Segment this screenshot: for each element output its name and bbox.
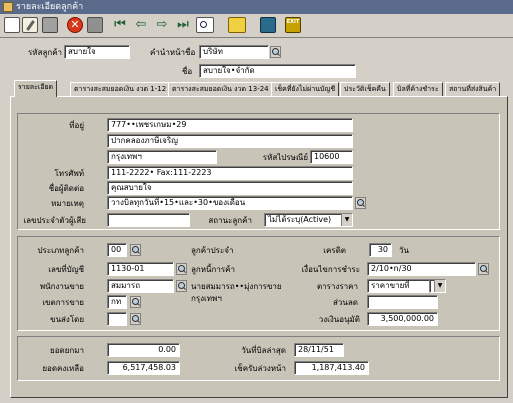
print-icon[interactable] [228,17,246,33]
last-bill-label: วันที่บิลล่าสุด [241,346,286,355]
window-title: รายละเอียดลูกค้า [16,2,84,12]
customer-type-desc: ลูกค้าประจำ [191,246,234,255]
tab-delivery-locations[interactable]: สถานที่ส่งสินค้า [445,82,501,96]
postcode-input[interactable]: 10600 [310,150,353,164]
customer-code-input[interactable]: สบายใจ [64,45,130,59]
area-desc: กรุงเทพฯ [191,294,222,303]
credit-label: เครดิต [323,246,346,255]
customer-type-label: ประเภทลูกค้า [37,246,84,255]
first-icon[interactable]: ⏮ [112,17,128,33]
salesman-lookup-icon[interactable] [176,280,187,292]
advance-cheque-label: เช็ครับล่วงหน้า [234,364,286,373]
customer-type-input[interactable]: 00 [107,243,127,257]
salesman-label: พนักงานขาย [39,282,84,291]
taxid-input[interactable] [107,213,190,227]
prefix-label: คำนำหน้าชื่อ [150,48,196,57]
exit-icon[interactable]: EXIT [285,17,301,33]
credit-limit-label: วงเงินอนุมัติ [318,315,360,324]
last-icon[interactable]: ⏭ [175,17,191,33]
area-lookup-icon[interactable] [130,296,141,308]
account-input[interactable]: 1130-01 [107,262,174,276]
address-label: ที่อยู่ [69,121,84,130]
toolbar: ✕ ⏮ ⇦ ⇨ ⏭ EXIT [0,14,513,38]
note-lookup-icon[interactable] [355,197,366,209]
status-label: สถานะลูกค้า [208,216,252,225]
credit-unit: วัน [399,246,409,255]
payment-terms-lookup-icon[interactable] [478,263,489,275]
balance-value: 6,517,458.03 [107,361,180,375]
area-input[interactable]: กท [107,295,127,309]
payment-terms-input[interactable]: 2/10•n/30 [367,262,476,276]
taxid-label: เลขประจำตัวผู้เสีย [23,216,86,225]
price-table-label: ตารางราคา [316,282,358,291]
tab-uncleared-cheques[interactable]: เช็คที่ยังไม่ผ่านบัญชี [271,82,340,96]
customer-type-lookup-icon[interactable] [130,244,141,256]
address-line3-input[interactable]: กรุงเทพฯ [107,150,217,164]
exit-label: EXIT [286,19,300,25]
opening-balance-label: ยอดยกมา [50,346,84,355]
ship-input[interactable] [107,312,127,326]
tab-outstanding-bills[interactable]: บิลที่ค้างชำระ [393,82,443,96]
customer-code-label: รหัสลูกค้า [28,48,63,57]
discount-label: ส่วนลด [333,298,358,307]
chevron-down-icon[interactable]: ▼ [341,214,352,226]
save-icon[interactable] [87,17,103,33]
account-lookup-icon[interactable] [176,263,187,275]
status-select[interactable]: ไม่ได้ระบุ(Active) ▼ [264,213,353,227]
salesman-input[interactable]: สมมารถ [107,279,174,293]
tab-balance-1-12[interactable]: ตารางสะสมยอดเงิน งวด 1-12 [70,82,171,96]
tab-details[interactable]: รายละเอียด [14,80,58,97]
contact-label: ชื่อผู้ติดต่อ [48,184,84,193]
title-bar: รายละเอียดลูกค้า [0,0,513,14]
account-label: เลขที่บัญชี [48,265,84,274]
opening-balance-value: 0.00 [107,343,180,357]
prefix-lookup-icon[interactable] [270,46,281,58]
postcode-label: รหัสไปรษณีย์ [262,153,308,162]
name-input[interactable]: สบายใจ•จำกัด [199,64,356,78]
price-table-input[interactable]: ราคาขายที่ [367,279,431,293]
edit-icon[interactable] [22,17,38,33]
note-input[interactable]: วางบิลทุกวันที่•15•และ•30•ของเดือน [107,196,353,210]
new-icon[interactable] [4,17,20,33]
last-bill-value: 28/11/51 [294,343,344,357]
find-icon[interactable] [196,17,214,33]
name-label: ชื่อ [182,67,193,76]
app-icon [3,2,13,12]
next-icon[interactable]: ⇨ [154,17,170,33]
cancel-icon[interactable]: ✕ [67,17,83,33]
phone-label: โทรศัพท์ [54,169,85,178]
payment-terms-label: เงื่อนไขการชำระ [301,265,360,274]
prev-icon[interactable]: ⇦ [133,17,149,33]
prefix-input[interactable]: บริษัท [199,45,269,59]
ship-lookup-icon[interactable] [130,313,141,325]
credit-limit-input[interactable]: 3,500,000.00 [367,312,438,326]
account-desc: ลูกหนี้การค้า [191,265,235,274]
advance-cheque-value: 1,187,413.40 [294,361,369,375]
chevron-down-icon[interactable]: ▼ [434,280,445,292]
salesman-desc: นายสมมารถ••มุ่งการขาย [191,282,282,291]
contact-input[interactable]: คุณสบายใจ [107,181,353,195]
area-label: เขตการขาย [42,298,84,307]
credit-input[interactable]: 30 [369,243,392,257]
calc-icon[interactable] [260,17,276,33]
balance-label: ยอดคงเหลือ [42,364,84,373]
delete-icon[interactable] [42,17,58,33]
tab-balance-13-24[interactable]: ตารางสะสมยอดเงิน งวด 13-24 [168,82,273,96]
address-line2-input[interactable]: ปากคลองภาษีเจริญ [107,134,353,148]
discount-input[interactable] [367,295,438,309]
phone-input[interactable]: 111-2222• Fax:111-2223 [107,166,353,180]
price-level-select[interactable]: 1▼ [429,279,446,293]
note-label: หมายเหตุ [51,199,84,208]
ship-label: ขนส่งโดย [50,315,84,324]
address-line1-input[interactable]: 777••เพชรเกษม•29 [107,118,353,132]
tab-returned-cheques[interactable]: ประวัติเช็คคืน [340,82,390,96]
